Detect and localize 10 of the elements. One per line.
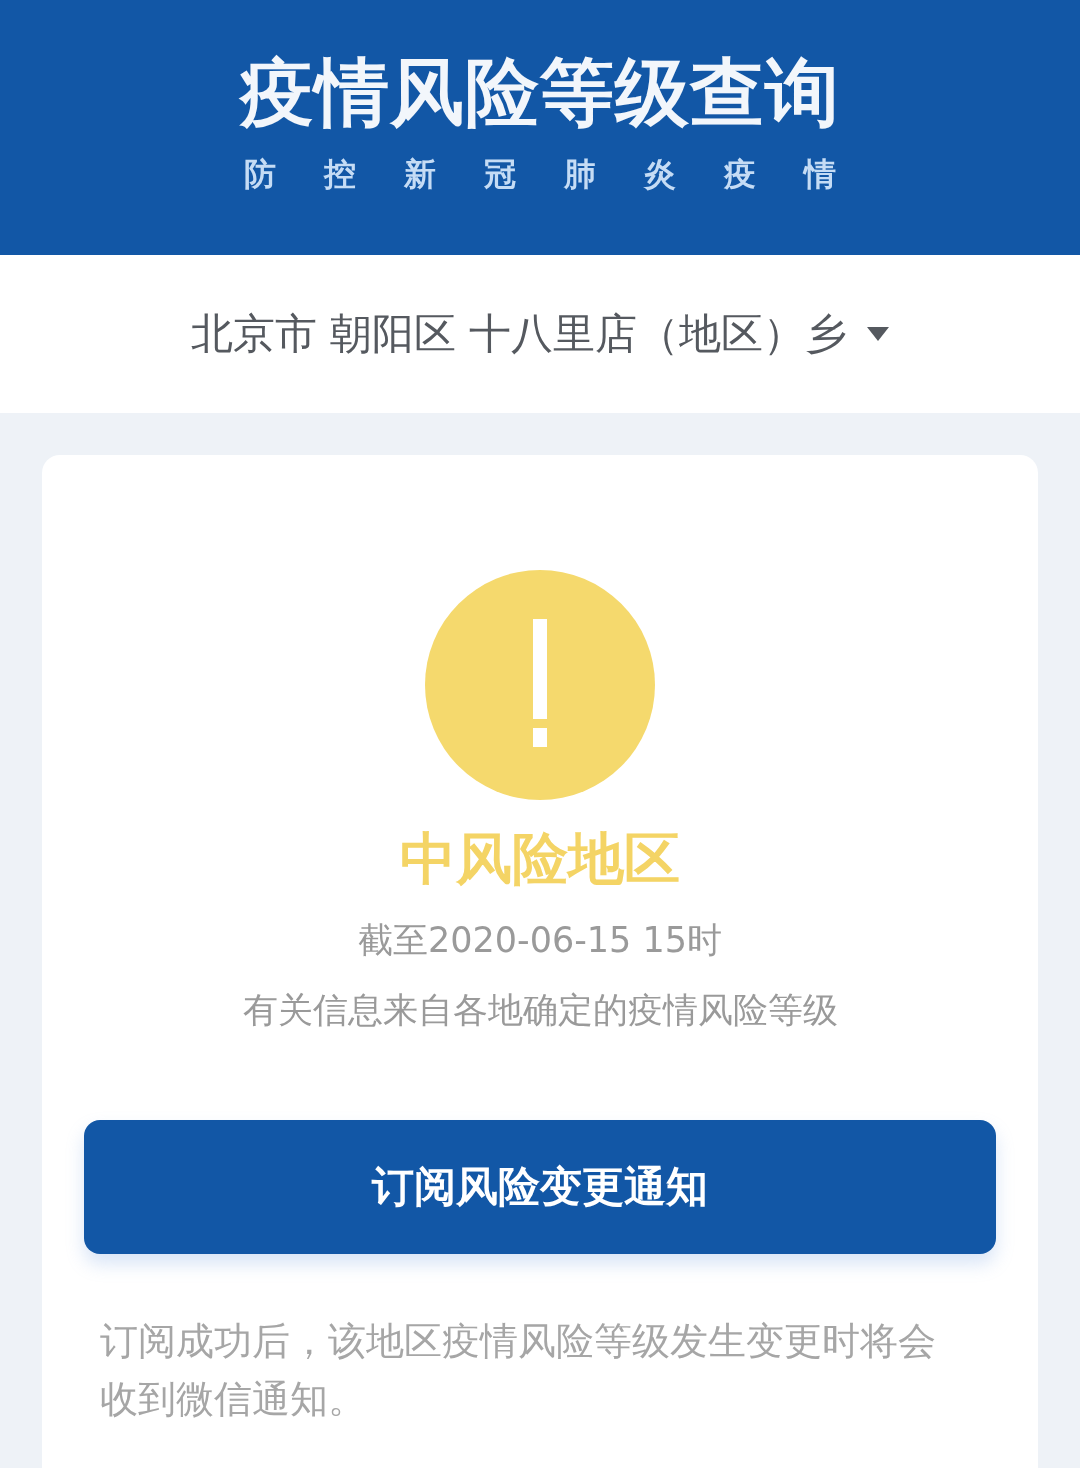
location-dropdown[interactable]: 北京市 朝阳区 十八里店（地区）乡: [186, 306, 894, 362]
dropdown-caret-icon: [867, 327, 890, 341]
page-title: 疫情风险等级查询: [240, 52, 840, 132]
subscribe-note: 订阅成功后，该地区疫情风险等级发生变更时将会收到微信通知。: [99, 1318, 937, 1423]
source-note: 有关信息来自各地确定的疫情风险等级: [242, 989, 838, 1032]
subscribe-button[interactable]: 订阅风险变更通知: [84, 1120, 996, 1254]
page-subtitle: 防控新冠肺炎疫情: [243, 154, 884, 194]
updated-time: 截至2020-06-15 15时: [357, 919, 723, 962]
risk-level-label: 中风险地区: [400, 826, 680, 892]
exclamation-circle-icon: [425, 570, 655, 800]
